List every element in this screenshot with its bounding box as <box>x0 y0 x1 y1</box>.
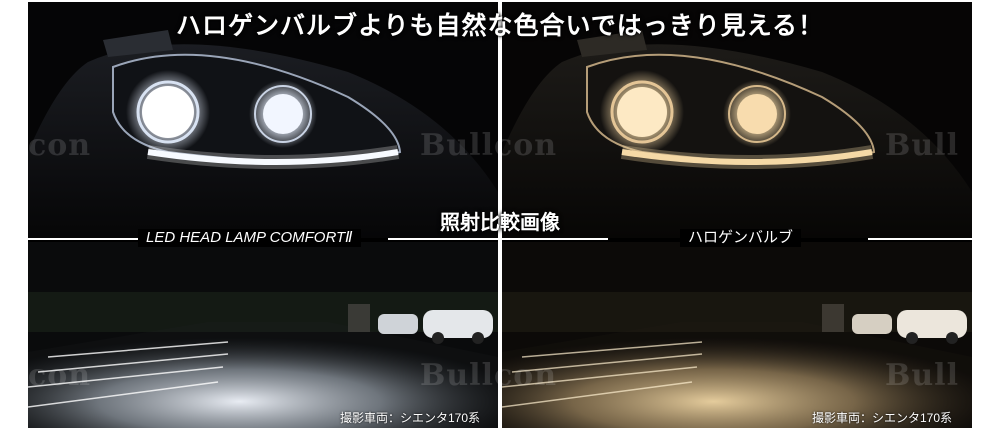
divider-line-left <box>28 238 138 240</box>
led-road-photo <box>28 242 498 428</box>
watermark-logo: con <box>28 128 92 163</box>
vehicle-note-left: 撮影車両：シエンタ170系 <box>340 411 481 425</box>
watermark-logo: Bullcon <box>420 128 558 163</box>
vehicle-note-right: 撮影車両：シエンタ170系 <box>812 411 953 425</box>
halogen-caption: ハロゲンバルブ <box>680 229 802 247</box>
divider-line-right <box>868 238 972 240</box>
headline: ハロゲンバルブよりも自然な色合いではっきり見える！ <box>175 12 824 40</box>
halogen-road-photo <box>502 242 972 428</box>
watermark-logo: Bull <box>885 128 959 163</box>
watermark-logo: Bullcon <box>420 358 558 393</box>
led-caption: LED HEAD LAMP COMFORTⅡ <box>138 229 361 247</box>
divider-line-center <box>388 238 608 240</box>
watermark-logo: Bull <box>885 358 959 393</box>
watermark-logo: con <box>28 358 92 393</box>
